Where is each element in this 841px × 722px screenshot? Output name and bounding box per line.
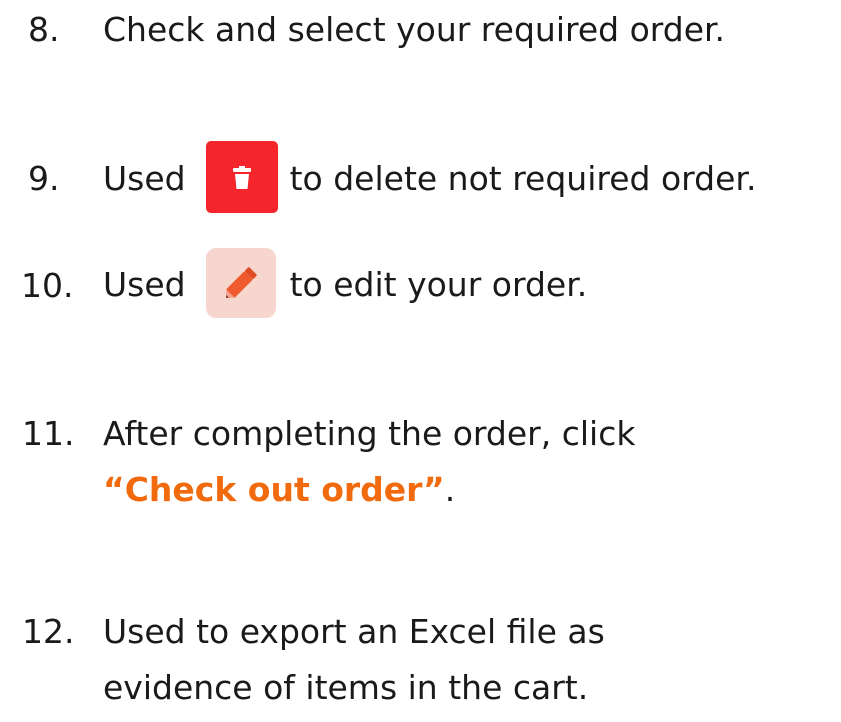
pencil-icon bbox=[205, 248, 276, 318]
step-body: Used to export an Excel file as evidence… bbox=[103, 612, 605, 708]
step-text-before: Used bbox=[103, 159, 186, 198]
check-out-order-label: “Check out order” bbox=[103, 470, 445, 509]
step-text: Check and select your required order. bbox=[103, 10, 726, 49]
step-text-line2: “Check out order”. bbox=[103, 470, 635, 510]
step-text-line1: After completing the order, click bbox=[103, 414, 636, 453]
step-number: 12. bbox=[22, 612, 75, 651]
step-body: Used to delete not required order. bbox=[103, 141, 757, 215]
step-body: Used to edit your order. bbox=[103, 248, 588, 320]
step-number: 10. bbox=[21, 266, 74, 305]
step-text-line1: Used to export an Excel file as bbox=[103, 612, 605, 651]
instruction-page: { "steps": [ { "number": "8.", "text": "… bbox=[0, 0, 841, 715]
step-text-after: to edit your order. bbox=[289, 265, 588, 304]
step-text-line2: evidence of items in the cart. bbox=[103, 668, 589, 707]
step-text-after: to delete not required order. bbox=[289, 159, 757, 198]
step-text-before: Used bbox=[103, 265, 186, 304]
step-period: . bbox=[444, 470, 456, 509]
step-number: 8. bbox=[28, 10, 60, 49]
step-number: 9. bbox=[28, 159, 60, 198]
step-body: After completing the order, click “Check… bbox=[103, 414, 635, 510]
step-number: 11. bbox=[22, 414, 75, 453]
trash-icon bbox=[205, 141, 278, 213]
